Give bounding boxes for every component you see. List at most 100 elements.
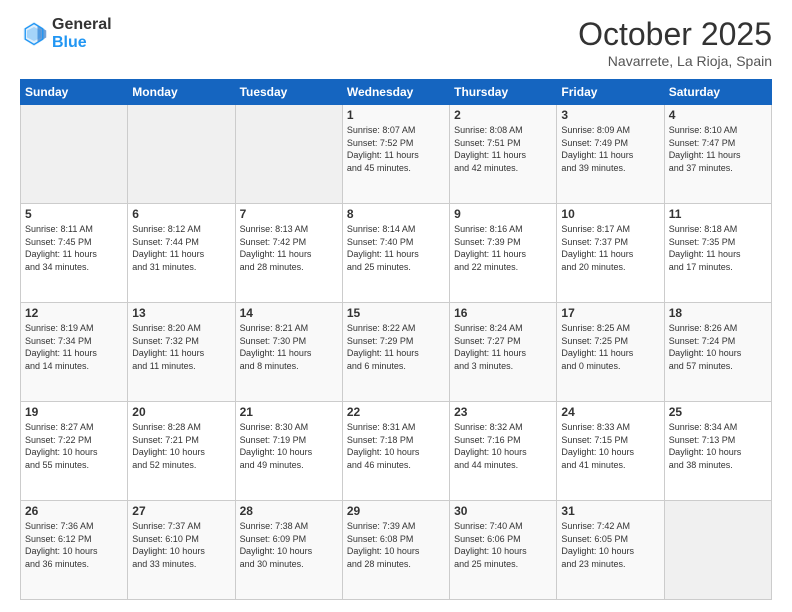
- calendar-week-3: 12 Sunrise: 8:19 AM Sunset: 7:34 PM Dayli…: [21, 303, 772, 402]
- cell-content: Sunrise: 8:27 AM Sunset: 7:22 PM Dayligh…: [25, 422, 98, 470]
- calendar-cell: 3Sunrise: 8:09 AM Sunset: 7:49 PM Daylig…: [557, 105, 664, 204]
- cell-content: Sunrise: 8:19 AM Sunset: 7:34 PM Dayligh…: [25, 323, 97, 371]
- day-header-tuesday: Tuesday: [235, 80, 342, 105]
- day-number: 12: [25, 306, 123, 320]
- cell-content: Sunrise: 8:20 AM Sunset: 7:32 PM Dayligh…: [132, 323, 204, 371]
- calendar-cell: 29 Sunrise: 7:39 AM Sunset: 6:08 PM Dayli…: [342, 501, 449, 600]
- calendar-cell: [128, 105, 235, 204]
- logo-blue-text: Blue: [52, 34, 112, 52]
- cell-content: Sunrise: 8:34 AM Sunset: 7:13 PM Dayligh…: [669, 422, 742, 470]
- logo: General Blue: [20, 16, 112, 51]
- day-number: 25: [669, 405, 767, 419]
- day-header-saturday: Saturday: [664, 80, 771, 105]
- calendar-week-4: 19 Sunrise: 8:27 AM Sunset: 7:22 PM Dayli…: [21, 402, 772, 501]
- cell-content: Sunrise: 8:22 AM Sunset: 7:29 PM Dayligh…: [347, 323, 419, 371]
- day-number: 17: [561, 306, 659, 320]
- day-number: 16: [454, 306, 552, 320]
- day-number: 21: [240, 405, 338, 419]
- day-number: 14: [240, 306, 338, 320]
- cell-content: Sunrise: 8:25 AM Sunset: 7:25 PM Dayligh…: [561, 323, 633, 371]
- title-block: October 2025 Navarrete, La Rioja, Spain: [578, 16, 772, 69]
- day-number: 22: [347, 405, 445, 419]
- day-number: 5: [25, 207, 123, 221]
- day-number: 27: [132, 504, 230, 518]
- cell-content: Sunrise: 7:38 AM Sunset: 6:09 PM Dayligh…: [240, 521, 313, 569]
- calendar-cell: 21Sunrise: 8:30 AM Sunset: 7:19 PM Dayli…: [235, 402, 342, 501]
- calendar-cell: 13 Sunrise: 8:20 AM Sunset: 7:32 PM Dayli…: [128, 303, 235, 402]
- day-number: 18: [669, 306, 767, 320]
- calendar-cell: 30Sunrise: 7:40 AM Sunset: 6:06 PM Dayli…: [450, 501, 557, 600]
- calendar-cell: 9 Sunrise: 8:16 AM Sunset: 7:39 PM Daylig…: [450, 204, 557, 303]
- day-number: 11: [669, 207, 767, 221]
- cell-content: Sunrise: 8:14 AM Sunset: 7:40 PM Dayligh…: [347, 224, 419, 272]
- cell-content: Sunrise: 8:21 AM Sunset: 7:30 PM Dayligh…: [240, 323, 312, 371]
- cell-content: Sunrise: 8:11 AM Sunset: 7:45 PM Dayligh…: [25, 224, 97, 272]
- cell-content: Sunrise: 8:10 AM Sunset: 7:47 PM Dayligh…: [669, 125, 741, 173]
- day-number: 9: [454, 207, 552, 221]
- cell-content: Sunrise: 8:07 AM Sunset: 7:52 PM Dayligh…: [347, 125, 419, 173]
- day-number: 2: [454, 108, 552, 122]
- calendar-cell: 22 Sunrise: 8:31 AM Sunset: 7:18 PM Dayli…: [342, 402, 449, 501]
- calendar-cell: 6 Sunrise: 8:12 AM Sunset: 7:44 PM Daylig…: [128, 204, 235, 303]
- day-number: 15: [347, 306, 445, 320]
- location: Navarrete, La Rioja, Spain: [578, 53, 772, 69]
- day-header-friday: Friday: [557, 80, 664, 105]
- cell-content: Sunrise: 8:12 AM Sunset: 7:44 PM Dayligh…: [132, 224, 204, 272]
- day-number: 1: [347, 108, 445, 122]
- day-number: 13: [132, 306, 230, 320]
- day-number: 24: [561, 405, 659, 419]
- calendar-cell: 10 Sunrise: 8:17 AM Sunset: 7:37 PM Dayli…: [557, 204, 664, 303]
- cell-content: Sunrise: 8:17 AM Sunset: 7:37 PM Dayligh…: [561, 224, 633, 272]
- cell-content: Sunrise: 8:28 AM Sunset: 7:21 PM Dayligh…: [132, 422, 205, 470]
- calendar-cell: 4 Sunrise: 8:10 AM Sunset: 7:47 PM Daylig…: [664, 105, 771, 204]
- day-number: 7: [240, 207, 338, 221]
- cell-content: Sunrise: 8:13 AM Sunset: 7:42 PM Dayligh…: [240, 224, 312, 272]
- cell-content: Sunrise: 8:18 AM Sunset: 7:35 PM Dayligh…: [669, 224, 741, 272]
- cell-content: Sunrise: 7:39 AM Sunset: 6:08 PM Dayligh…: [347, 521, 420, 569]
- calendar-cell: 27 Sunrise: 7:37 AM Sunset: 6:10 PM Dayli…: [128, 501, 235, 600]
- cell-content: Sunrise: 8:32 AM Sunset: 7:16 PM Dayligh…: [454, 422, 527, 470]
- logo-icon: [20, 20, 48, 48]
- calendar-cell: [21, 105, 128, 204]
- day-number: 29: [347, 504, 445, 518]
- day-number: 23: [454, 405, 552, 419]
- day-number: 4: [669, 108, 767, 122]
- calendar-cell: 20 Sunrise: 8:28 AM Sunset: 7:21 PM Dayli…: [128, 402, 235, 501]
- calendar-table: SundayMondayTuesdayWednesdayThursdayFrid…: [20, 79, 772, 600]
- month-title: October 2025: [578, 16, 772, 53]
- calendar-cell: 18Sunrise: 8:26 AM Sunset: 7:24 PM Dayli…: [664, 303, 771, 402]
- calendar-cell: 19 Sunrise: 8:27 AM Sunset: 7:22 PM Dayli…: [21, 402, 128, 501]
- calendar-cell: [235, 105, 342, 204]
- calendar-cell: 11 Sunrise: 8:18 AM Sunset: 7:35 PM Dayli…: [664, 204, 771, 303]
- page: General Blue October 2025 Navarrete, La …: [0, 0, 792, 612]
- day-number: 20: [132, 405, 230, 419]
- cell-content: Sunrise: 7:42 AM Sunset: 6:05 PM Dayligh…: [561, 521, 634, 569]
- calendar-cell: 26 Sunrise: 7:36 AM Sunset: 6:12 PM Dayli…: [21, 501, 128, 600]
- day-header-monday: Monday: [128, 80, 235, 105]
- day-number: 19: [25, 405, 123, 419]
- day-number: 6: [132, 207, 230, 221]
- calendar-week-1: 1 Sunrise: 8:07 AM Sunset: 7:52 PM Daylig…: [21, 105, 772, 204]
- cell-content: Sunrise: 8:16 AM Sunset: 7:39 PM Dayligh…: [454, 224, 526, 272]
- day-number: 30: [454, 504, 552, 518]
- logo-text: General Blue: [52, 16, 112, 51]
- calendar-cell: 2Sunrise: 8:08 AM Sunset: 7:51 PM Daylig…: [450, 105, 557, 204]
- calendar-cell: [664, 501, 771, 600]
- cell-content: Sunrise: 7:37 AM Sunset: 6:10 PM Dayligh…: [132, 521, 205, 569]
- calendar-week-5: 26 Sunrise: 7:36 AM Sunset: 6:12 PM Dayli…: [21, 501, 772, 600]
- calendar-cell: 15 Sunrise: 8:22 AM Sunset: 7:29 PM Dayli…: [342, 303, 449, 402]
- day-number: 10: [561, 207, 659, 221]
- calendar-cell: 14 Sunrise: 8:21 AM Sunset: 7:30 PM Dayli…: [235, 303, 342, 402]
- day-number: 28: [240, 504, 338, 518]
- calendar-cell: 25 Sunrise: 8:34 AM Sunset: 7:13 PM Dayli…: [664, 402, 771, 501]
- logo-general-text: General: [52, 16, 112, 34]
- calendar-cell: 28 Sunrise: 7:38 AM Sunset: 6:09 PM Dayli…: [235, 501, 342, 600]
- day-number: 31: [561, 504, 659, 518]
- day-number: 26: [25, 504, 123, 518]
- day-number: 8: [347, 207, 445, 221]
- cell-content: Sunrise: 8:31 AM Sunset: 7:18 PM Dayligh…: [347, 422, 420, 470]
- calendar-cell: 23 Sunrise: 8:32 AM Sunset: 7:16 PM Dayli…: [450, 402, 557, 501]
- cell-content: Sunrise: 7:36 AM Sunset: 6:12 PM Dayligh…: [25, 521, 98, 569]
- cell-content: Sunrise: 8:09 AM Sunset: 7:49 PM Dayligh…: [561, 125, 633, 173]
- calendar-cell: 1 Sunrise: 8:07 AM Sunset: 7:52 PM Daylig…: [342, 105, 449, 204]
